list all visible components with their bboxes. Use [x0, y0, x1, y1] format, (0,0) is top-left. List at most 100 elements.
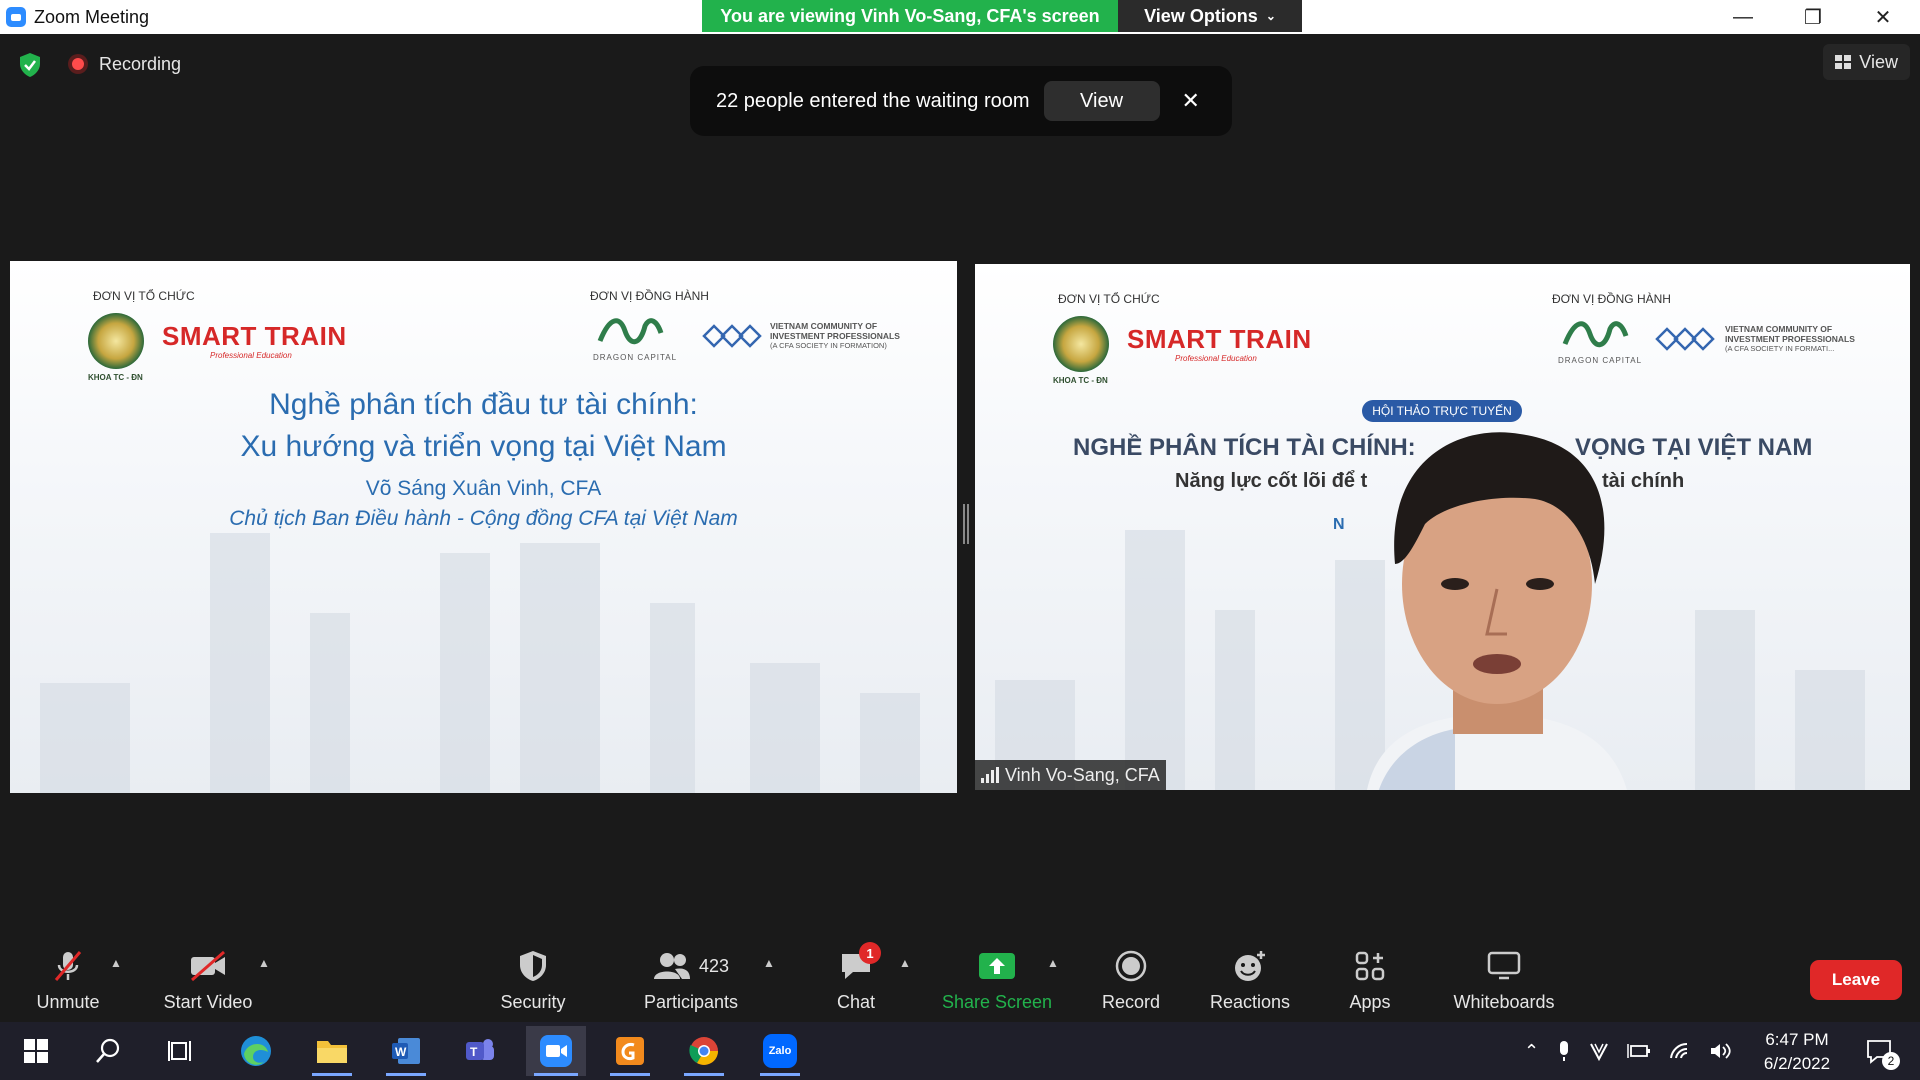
edge-browser-icon[interactable]	[228, 1026, 284, 1076]
participants-options-caret-icon[interactable]: ▲	[763, 956, 775, 970]
leave-meeting-button[interactable]: Leave	[1810, 960, 1902, 1000]
companion-label: ĐƠN VỊ ĐỒNG HÀNH	[590, 289, 709, 303]
whiteboards-button[interactable]: Whiteboards	[1448, 940, 1560, 1022]
teams-icon[interactable]: T	[452, 1026, 508, 1076]
word-icon[interactable]: W	[378, 1026, 434, 1076]
skyline-building	[1795, 670, 1865, 790]
zoom-taskbar-icon[interactable]	[526, 1026, 586, 1076]
unmute-button[interactable]: Unmute	[28, 940, 108, 1022]
waiting-room-view-label: View	[1080, 89, 1124, 112]
skyline-building	[1125, 530, 1185, 790]
chat-unread-badge: 1	[859, 942, 881, 964]
vcip-text: VIETNAM COMMUNITY OF INVESTMENT PROFESSI…	[770, 321, 900, 351]
vpn-v-icon[interactable]	[1589, 1041, 1609, 1061]
chat-options-caret-icon[interactable]: ▲	[899, 956, 911, 970]
wifi-icon[interactable]	[1669, 1042, 1691, 1060]
slide-title-line1: Nghề phân tích đầu tư tài chính:	[269, 388, 698, 421]
notification-center-icon[interactable]: 2	[1852, 1026, 1908, 1076]
running-indicator	[534, 1073, 578, 1076]
notification-count-badge: 2	[1882, 1052, 1900, 1070]
chrome-icon[interactable]	[676, 1026, 732, 1076]
viewing-banner-label: You are viewing Vinh Vo-Sang, CFA's scre…	[720, 5, 1100, 26]
speaker-video-tile: ĐƠN VỊ TỔ CHỨC ĐƠN VỊ ĐỒNG HÀNH KHOA TC …	[975, 264, 1910, 790]
battery-icon[interactable]	[1627, 1042, 1651, 1060]
vcip-logo	[1655, 327, 1715, 351]
skyline-building	[650, 603, 695, 793]
reactions-smiley-icon	[1232, 946, 1268, 986]
running-indicator	[312, 1073, 352, 1076]
banner-fragment: N	[1333, 516, 1345, 533]
share-screen-button[interactable]: Share Screen	[940, 940, 1054, 1022]
slide-title-line2: Xu hướng và triển vọng tại Việt Nam	[240, 430, 727, 463]
dragon-capital-logo	[597, 318, 664, 345]
chat-button[interactable]: 1 Chat	[826, 940, 886, 1022]
unmute-label: Unmute	[36, 992, 100, 1012]
waiting-room-view-button[interactable]: View	[1043, 81, 1160, 121]
task-view-icon[interactable]	[152, 1026, 208, 1076]
shared-screen-slide: ĐƠN VỊ TỔ CHỨC ĐƠN VỊ ĐỒNG HÀNH KHOA TC …	[10, 261, 957, 793]
vcip-line: (A CFA SOCIETY IN FORMATION)	[770, 341, 887, 350]
seal-caption: KHOA TC - ĐN	[88, 373, 143, 382]
speaker-person	[1367, 432, 1627, 790]
start-video-button[interactable]: Start Video	[158, 940, 258, 1022]
skyline-building	[1215, 610, 1255, 790]
close-notification-icon[interactable]: ✕	[1182, 88, 1200, 114]
university-seal-logo	[88, 313, 144, 369]
security-button[interactable]: Security	[490, 940, 576, 1022]
close-window-button[interactable]: ✕	[1848, 0, 1918, 34]
search-icon[interactable]	[80, 1026, 136, 1076]
security-shield-icon[interactable]	[18, 52, 42, 78]
whiteboards-label: Whiteboards	[1453, 992, 1555, 1012]
participants-button[interactable]: 423 Participants	[636, 940, 746, 1022]
microphone-tray-icon[interactable]	[1557, 1039, 1571, 1063]
participants-label: Participants	[643, 992, 739, 1012]
apps-button[interactable]: Apps	[1346, 940, 1394, 1022]
waiting-room-message: 22 people entered the waiting room	[716, 89, 1030, 112]
security-shield-icon	[518, 946, 548, 986]
reactions-button[interactable]: Reactions	[1208, 940, 1292, 1022]
volume-icon[interactable]	[1709, 1042, 1731, 1060]
share-options-caret-icon[interactable]: ▲	[1047, 956, 1059, 970]
slide-role: Chủ tịch Ban Điều hành - Cộng đồng CFA t…	[229, 507, 738, 530]
skyline-building	[440, 553, 490, 793]
university-seal-logo	[1053, 316, 1109, 372]
smart-train-tagline: Professional Education	[210, 351, 292, 360]
dragon-capital-logo	[1562, 321, 1629, 348]
running-indicator	[386, 1073, 426, 1076]
banner-subtitle-left: Năng lực cốt lõi để t	[1175, 470, 1368, 492]
start-video-label: Start Video	[163, 992, 253, 1012]
video-off-icon	[188, 946, 228, 986]
skyline-building	[1695, 610, 1755, 790]
audio-options-caret-icon[interactable]: ▲	[110, 956, 122, 970]
participants-icon	[653, 953, 690, 979]
foxit-pdf-icon[interactable]	[602, 1026, 658, 1076]
restore-button[interactable]: ❐	[1778, 0, 1848, 34]
record-button[interactable]: Record	[1100, 940, 1162, 1022]
dragon-capital-caption: DRAGON CAPITAL	[593, 353, 678, 362]
participant-name-tag: Vinh Vo-Sang, CFA	[975, 760, 1166, 790]
zalo-icon[interactable]: Zalo	[752, 1026, 808, 1076]
recording-label: Recording	[99, 54, 182, 74]
gallery-view-button[interactable]: View	[1823, 44, 1910, 80]
restore-icon: ❐	[1804, 6, 1822, 29]
smart-train-logo: SMART TRAIN	[162, 321, 347, 351]
signal-strength-icon	[981, 767, 999, 783]
apps-icon	[1354, 946, 1386, 986]
skyline-building	[40, 683, 130, 793]
show-hidden-icons-icon[interactable]: ⌃	[1524, 1041, 1539, 1062]
view-options-label: View Options	[1144, 5, 1258, 26]
meeting-area: Recording View 22 people entered the wai…	[0, 34, 1920, 964]
zoom-app-icon	[6, 7, 26, 27]
skyline-building	[750, 663, 820, 793]
video-options-caret-icon[interactable]: ▲	[258, 956, 270, 970]
panel-resize-handle[interactable]	[963, 504, 969, 544]
minimize-button[interactable]: —	[1708, 0, 1778, 34]
zalo-label: Zalo	[768, 1045, 792, 1057]
file-explorer-icon[interactable]	[304, 1026, 360, 1076]
reactions-label: Reactions	[1209, 992, 1291, 1012]
slide-author: Võ Sáng Xuân Vinh, CFA	[365, 477, 602, 500]
taskbar-clock[interactable]: 6:47 PM 6/2/2022	[1752, 1028, 1842, 1076]
view-options-button[interactable]: View Options ⌄	[1118, 0, 1302, 32]
waiting-room-notification: 22 people entered the waiting room View …	[690, 66, 1232, 136]
windows-start-icon[interactable]	[8, 1026, 64, 1076]
